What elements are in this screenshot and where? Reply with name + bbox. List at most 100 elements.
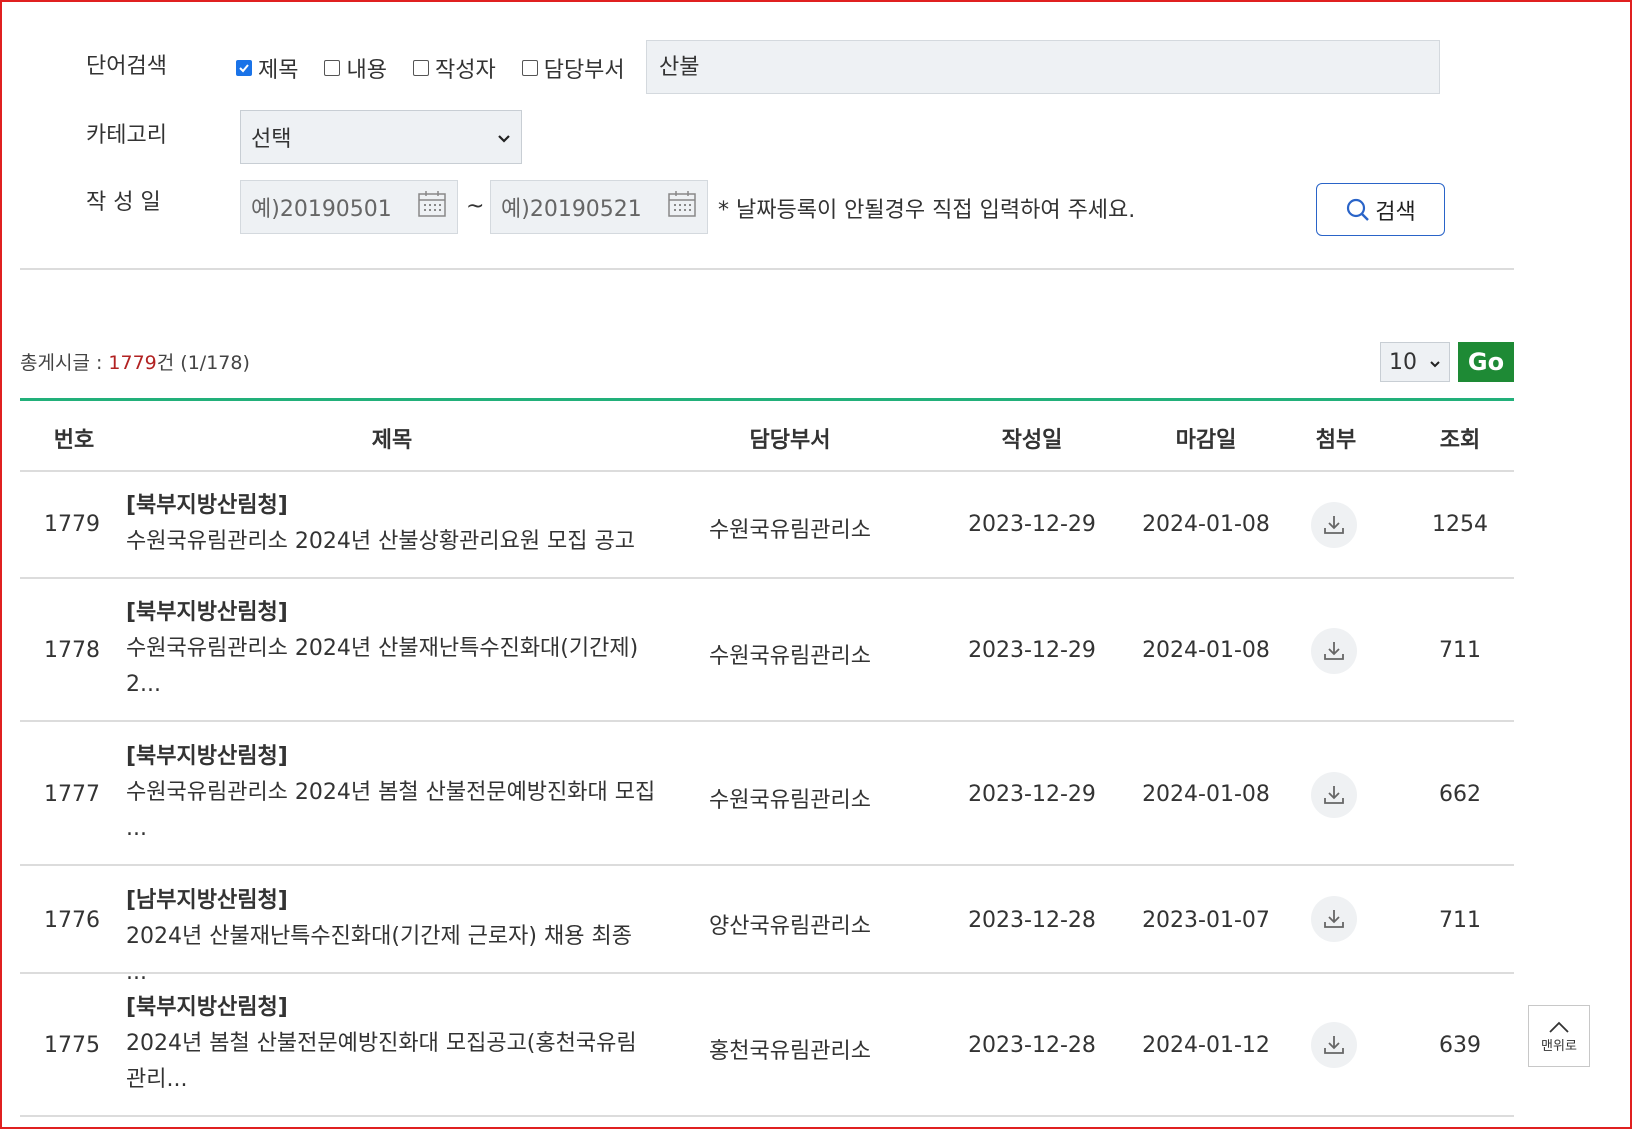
row-department: 홍천국유림관리소 [709, 1039, 871, 1064]
row-title-text[interactable]: 수원국유림관리소 2024년 산불재난특수진화대(기간제) 2... [126, 636, 638, 697]
row-created: 2023-12-29 [968, 782, 1096, 807]
back-to-top-label: 맨위로 [1541, 1038, 1577, 1054]
row-title-text[interactable]: 2024년 봄철 산불전문예방진화대 모집공고(홍천국유림관리... [126, 1031, 637, 1092]
header-attachment: 첨부 [1315, 428, 1357, 453]
row-number: 1775 [44, 1033, 100, 1058]
row-created: 2023-12-28 [968, 908, 1096, 933]
calendar-icon[interactable] [417, 189, 447, 225]
total-number: 1779 [108, 352, 157, 374]
row-views: 1254 [1432, 512, 1488, 537]
category-label: 카테고리 [86, 123, 167, 148]
row-department: 수원국유림관리소 [709, 518, 871, 543]
page-size-value: 10 [1389, 349, 1417, 375]
download-icon[interactable] [1311, 1022, 1357, 1068]
row-number: 1779 [44, 512, 100, 537]
row-department: 수원국유림관리소 [709, 644, 871, 669]
row-divider [20, 864, 1514, 866]
row-deadline: 2024-01-12 [1142, 1033, 1270, 1058]
download-icon[interactable] [1311, 628, 1357, 674]
row-title-text[interactable]: 수원국유림관리소 2024년 산불상황관리요원 모집 공고 [126, 529, 635, 554]
row-views: 639 [1439, 1033, 1481, 1058]
row-org: [북부지방산림청] [126, 744, 288, 769]
chevron-down-icon [497, 125, 511, 150]
row-title-text[interactable]: 수원국유림관리소 2024년 봄철 산불전문예방진화대 모집 ... [126, 780, 655, 841]
option-content[interactable]: 내용 [324, 52, 387, 84]
row-number: 1776 [44, 908, 100, 933]
table-top-border [20, 398, 1514, 401]
row-org: [남부지방산림청] [126, 888, 288, 913]
row-deadline: 2024-01-08 [1142, 512, 1270, 537]
calendar-icon[interactable] [667, 189, 697, 225]
download-icon[interactable] [1311, 896, 1357, 942]
row-title-text[interactable]: 2024년 산불재난특수진화대(기간제 근로자) 채용 최종 ... [126, 924, 632, 985]
row-divider [20, 1115, 1514, 1117]
content-checkbox[interactable] [324, 60, 341, 76]
back-to-top-button[interactable]: 맨위로 [1528, 1005, 1590, 1067]
category-selected-value: 선택 [251, 127, 292, 152]
option-author[interactable]: 작성자 [412, 52, 496, 84]
department-checkbox[interactable] [521, 60, 538, 76]
go-button[interactable]: Go [1458, 342, 1514, 382]
header-views: 조회 [1439, 428, 1481, 453]
search-input[interactable]: 산불 [646, 40, 1440, 94]
row-org: [북부지방산림청] [126, 995, 288, 1020]
page-size-select[interactable]: 10 [1380, 342, 1450, 382]
row-number: 1777 [44, 782, 100, 807]
option-author-label: 작성자 [434, 58, 496, 83]
row-title[interactable]: [북부지방산림청] 2024년 봄철 산불전문예방진화대 모집공고(홍천국유림관… [126, 990, 656, 1098]
option-title-label: 제목 [258, 58, 299, 83]
chevron-up-icon [1547, 1019, 1571, 1035]
option-department[interactable]: 담당부서 [521, 52, 625, 84]
author-checkbox[interactable] [412, 60, 429, 76]
download-icon[interactable] [1311, 772, 1357, 818]
row-title[interactable]: [남부지방산림청] 2024년 산불재난특수진화대(기간제 근로자) 채용 최종… [126, 883, 656, 991]
row-title[interactable]: [북부지방산림청] 수원국유림관리소 2024년 산불재난특수진화대(기간제) … [126, 595, 656, 703]
row-number: 1778 [44, 638, 100, 663]
search-divider [20, 268, 1514, 270]
header-number: 번호 [53, 428, 95, 453]
download-icon[interactable] [1311, 502, 1357, 548]
date-to-placeholder: 예)20190521 [501, 197, 642, 222]
date-to-input[interactable]: 예)20190521 [490, 180, 708, 234]
row-title[interactable]: [북부지방산림청] 수원국유림관리소 2024년 봄철 산불전문예방진화대 모집… [126, 739, 656, 847]
row-divider [20, 577, 1514, 579]
header-title: 제목 [371, 428, 413, 453]
row-divider [20, 972, 1514, 974]
title-checkbox[interactable] [236, 60, 252, 76]
row-created: 2023-12-28 [968, 1033, 1096, 1058]
row-created: 2023-12-29 [968, 638, 1096, 663]
word-search-label: 단어검색 [86, 54, 167, 79]
search-field-options: 제목 내용 작성자 담당부서 [236, 52, 625, 84]
date-from-input[interactable]: 예)20190501 [240, 180, 458, 234]
row-department: 수원국유림관리소 [709, 788, 871, 813]
row-deadline: 2024-01-08 [1142, 638, 1270, 663]
total-suffix: 건 (1/178) [156, 352, 250, 374]
row-views: 662 [1439, 782, 1481, 807]
header-deadline: 마감일 [1175, 428, 1237, 453]
row-org: [북부지방산림청] [126, 600, 288, 625]
header-created: 작성일 [1001, 428, 1063, 453]
option-title[interactable]: 제목 [236, 52, 298, 84]
date-from-placeholder: 예)20190501 [251, 197, 392, 222]
header-department: 담당부서 [749, 428, 831, 453]
search-button[interactable]: 검색 [1316, 183, 1445, 236]
row-created: 2023-12-29 [968, 512, 1096, 537]
date-separator: ~ [466, 194, 485, 219]
row-divider [20, 720, 1514, 722]
search-button-label: 검색 [1375, 199, 1416, 225]
option-department-label: 담당부서 [543, 58, 625, 83]
search-icon [1345, 197, 1371, 223]
row-deadline: 2024-01-08 [1142, 782, 1270, 807]
date-input-note: * 날짜등록이 안될경우 직접 입력하여 주세요. [718, 198, 1136, 223]
row-title[interactable]: [북부지방산림청] 수원국유림관리소 2024년 산불상황관리요원 모집 공고 [126, 488, 656, 560]
row-department: 양산국유림관리소 [709, 914, 871, 939]
row-org: [북부지방산림청] [126, 493, 288, 518]
header-divider [20, 470, 1514, 472]
row-views: 711 [1439, 908, 1481, 933]
row-views: 711 [1439, 638, 1481, 663]
total-prefix: 총게시글 : [20, 352, 109, 374]
chevron-down-icon [1429, 350, 1441, 375]
total-count: 총게시글 : 1779건 (1/178) [20, 348, 250, 375]
category-select[interactable]: 선택 [240, 110, 522, 164]
created-date-label: 작 성 일 [86, 190, 161, 215]
